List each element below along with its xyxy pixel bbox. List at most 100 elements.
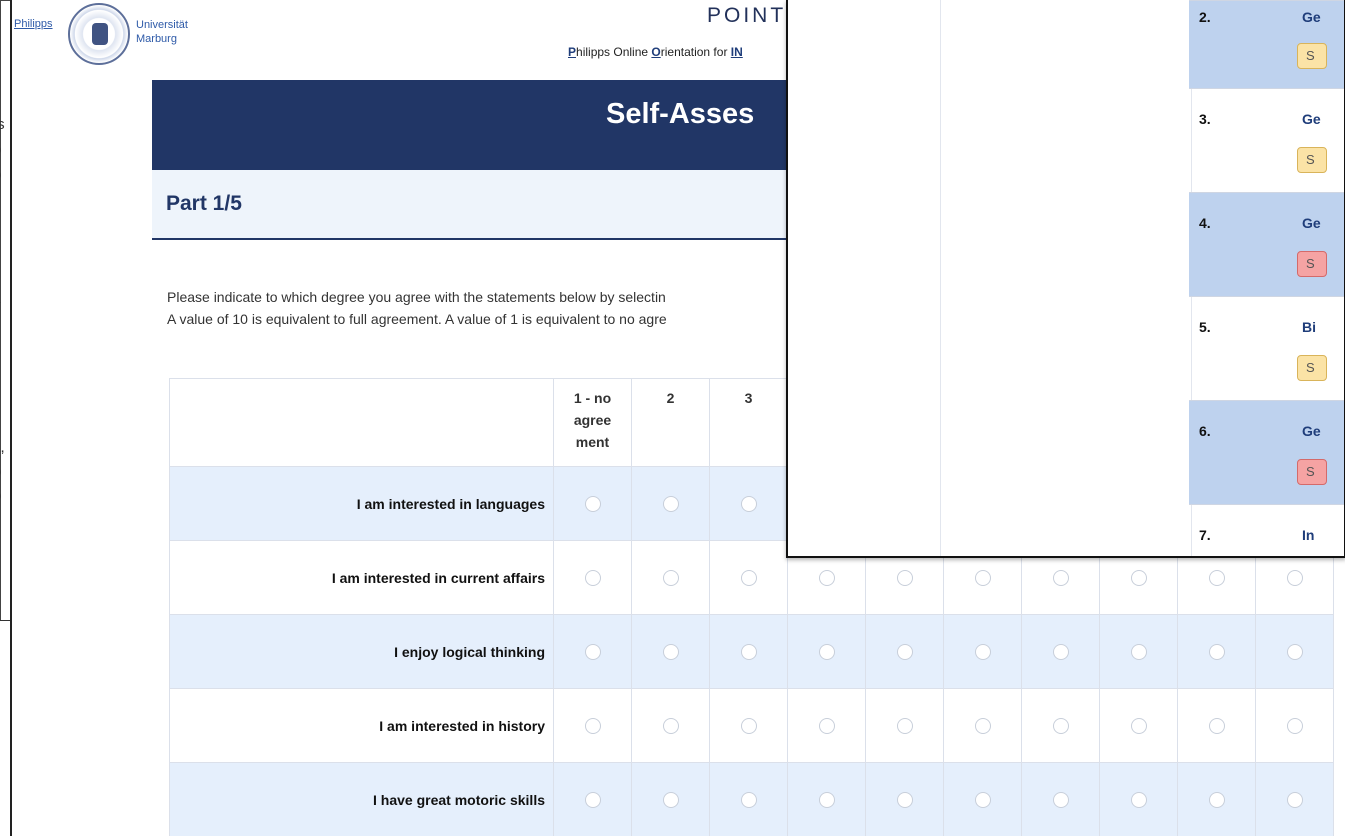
column-divider [940,0,941,556]
rating-cell [1099,614,1178,689]
rating-cell [631,762,710,836]
rating-radio[interactable] [896,643,913,660]
rating-radio[interactable] [1052,791,1069,808]
rating-radio[interactable] [584,791,601,808]
list-item[interactable]: 3. Ge S [1189,88,1344,192]
statement-label: I have great motoric skills [169,762,554,836]
rating-cell [865,614,944,689]
rating-cell [1099,688,1178,763]
rating-radio[interactable] [584,495,601,512]
university-seal-logo[interactable] [68,3,130,65]
rating-radio[interactable] [818,643,835,660]
background-text-fragment: y [0,297,1,314]
rating-radio[interactable] [896,717,913,734]
column-header-3: 3 [709,378,788,467]
header-line: ment [575,434,610,450]
list-item-number: 2. [1199,9,1211,25]
instructions-line: Please indicate to which degree you agre… [167,289,666,305]
logo-philipps-link[interactable]: Philipps [14,18,53,30]
page-title: Self-Asses [606,98,755,130]
instructions-line: A value of 10 is equivalent to full agre… [167,311,667,327]
statement-label: I am interested in languages [169,466,554,541]
rating-radio[interactable] [1286,643,1303,660]
rating-radio[interactable] [1052,717,1069,734]
rating-cell [865,762,944,836]
rating-radio[interactable] [662,717,679,734]
background-text-fragment: o [0,141,1,158]
rating-radio[interactable] [1286,717,1303,734]
list-item[interactable]: 7. In [1189,504,1344,556]
rating-radio[interactable] [740,569,757,586]
rating-radio[interactable] [662,495,679,512]
rating-cell [1021,688,1100,763]
list-item-number: 6. [1199,423,1211,439]
rating-radio[interactable] [974,643,991,660]
rating-radio[interactable] [818,717,835,734]
rating-radio[interactable] [740,495,757,512]
rating-radio[interactable] [1208,569,1225,586]
rating-radio[interactable] [1286,569,1303,586]
list-item-title[interactable]: Ge [1302,423,1321,439]
rating-radio[interactable] [1052,643,1069,660]
topic-list: 2. Ge S 3. Ge S 4. Ge S 5. Bi S 6. Ge S … [1189,0,1344,556]
rating-radio[interactable] [1130,569,1147,586]
rating-radio[interactable] [1208,791,1225,808]
rating-radio[interactable] [1130,643,1147,660]
rating-radio[interactable] [584,717,601,734]
list-item-number: 7. [1199,527,1211,543]
list-item[interactable]: 4. Ge S [1189,192,1344,296]
rating-radio[interactable] [974,717,991,734]
rating-cell [709,762,788,836]
rating-radio[interactable] [1130,791,1147,808]
rating-radio[interactable] [1208,643,1225,660]
subtitle-text: rientation for [660,45,731,59]
status-badge: S [1297,43,1327,69]
rating-radio[interactable] [662,791,679,808]
statement-label: I am interested in current affairs [169,540,554,615]
subtitle-letter: P [568,45,577,59]
list-item-title[interactable]: Ge [1302,9,1321,25]
rating-cell [631,540,710,615]
rating-cell [1099,762,1178,836]
table-row: I am interested in history [169,688,1334,763]
rating-cell [943,614,1022,689]
rating-cell [1177,614,1256,689]
list-item-title[interactable]: Bi [1302,319,1316,335]
rating-cell [1177,762,1256,836]
rating-radio[interactable] [974,569,991,586]
instructions: Please indicate to which degree you agre… [167,286,667,330]
rating-radio[interactable] [896,791,913,808]
rating-cell [709,540,788,615]
status-badge: S [1297,459,1327,485]
background-text-fragment: o [0,463,1,480]
rating-radio[interactable] [974,791,991,808]
rating-radio[interactable] [740,791,757,808]
list-item[interactable]: 5. Bi S [1189,296,1344,400]
rating-radio[interactable] [896,569,913,586]
rating-radio[interactable] [1130,717,1147,734]
list-item[interactable]: 2. Ge S [1189,0,1344,88]
rating-radio[interactable] [740,717,757,734]
rating-radio[interactable] [584,643,601,660]
list-item[interactable]: 6. Ge S [1189,400,1344,504]
rating-radio[interactable] [818,791,835,808]
rating-cell [943,762,1022,836]
rating-radio[interactable] [662,569,679,586]
rating-radio[interactable] [1286,791,1303,808]
list-item-title[interactable]: Ge [1302,111,1321,127]
rating-radio[interactable] [662,643,679,660]
background-text-fragment: ts [0,116,5,133]
statement-label: I enjoy logical thinking [169,614,554,689]
list-item-title[interactable]: In [1302,527,1314,543]
logo-university-name[interactable]: Universität Marburg [136,18,188,46]
rating-radio[interactable] [818,569,835,586]
rating-radio[interactable] [740,643,757,660]
rating-radio[interactable] [1208,717,1225,734]
background-text-fragment: s, [0,439,5,456]
list-item-title[interactable]: Ge [1302,215,1321,231]
rating-radio[interactable] [1052,569,1069,586]
rating-cell [943,688,1022,763]
rating-cell [787,614,866,689]
rating-radio[interactable] [584,569,601,586]
list-item-number: 3. [1199,111,1211,127]
